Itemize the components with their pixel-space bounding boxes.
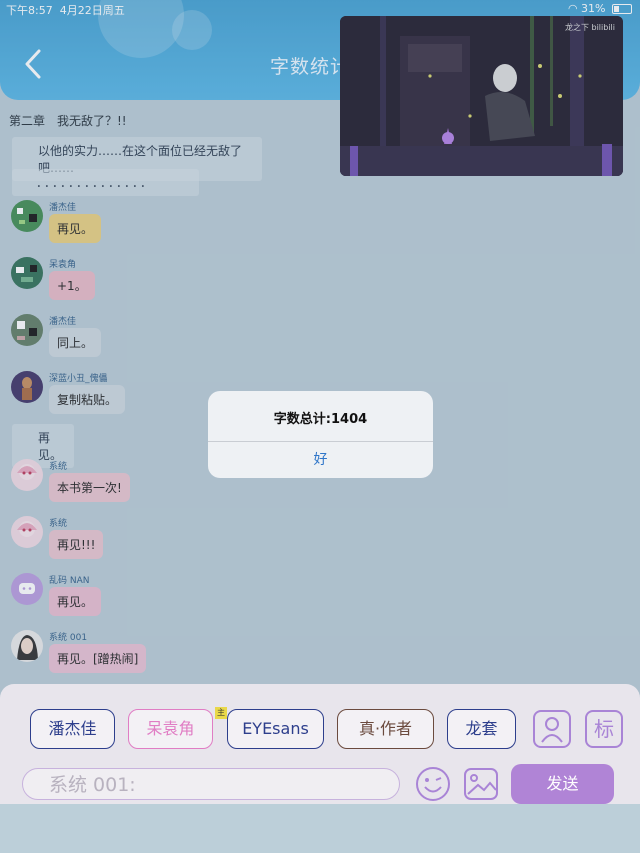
bottom-panel: 潘杰佳 呆袁角 主 EYEsans 真·作者 龙套 标 系统 001: 发送 <box>0 684 640 804</box>
role-button-daiyuanjiao[interactable]: 呆袁角 <box>128 709 213 749</box>
emoji-icon[interactable] <box>415 766 451 802</box>
image-icon[interactable] <box>463 766 499 802</box>
role-button-author[interactable]: 真·作者 <box>337 709 434 749</box>
main-role-badge: 主 <box>215 707 227 719</box>
send-button[interactable]: 发送 <box>511 764 614 804</box>
tag-icon[interactable]: 标 <box>585 710 623 748</box>
character-settings-icon[interactable] <box>533 710 571 748</box>
role-button-eyesans[interactable]: EYEsans <box>227 709 324 749</box>
alert-ok-button[interactable]: 好 <box>208 442 433 478</box>
role-button-extra[interactable]: 龙套 <box>447 709 516 749</box>
message-input[interactable]: 系统 001: <box>22 768 400 800</box>
alert-title: 字数总计:1404 <box>273 412 368 427</box>
role-button-panjiejia[interactable]: 潘杰佳 <box>30 709 115 749</box>
alert-dialog: 字数总计:1404 好 <box>208 391 433 478</box>
bottom-area <box>0 804 640 853</box>
